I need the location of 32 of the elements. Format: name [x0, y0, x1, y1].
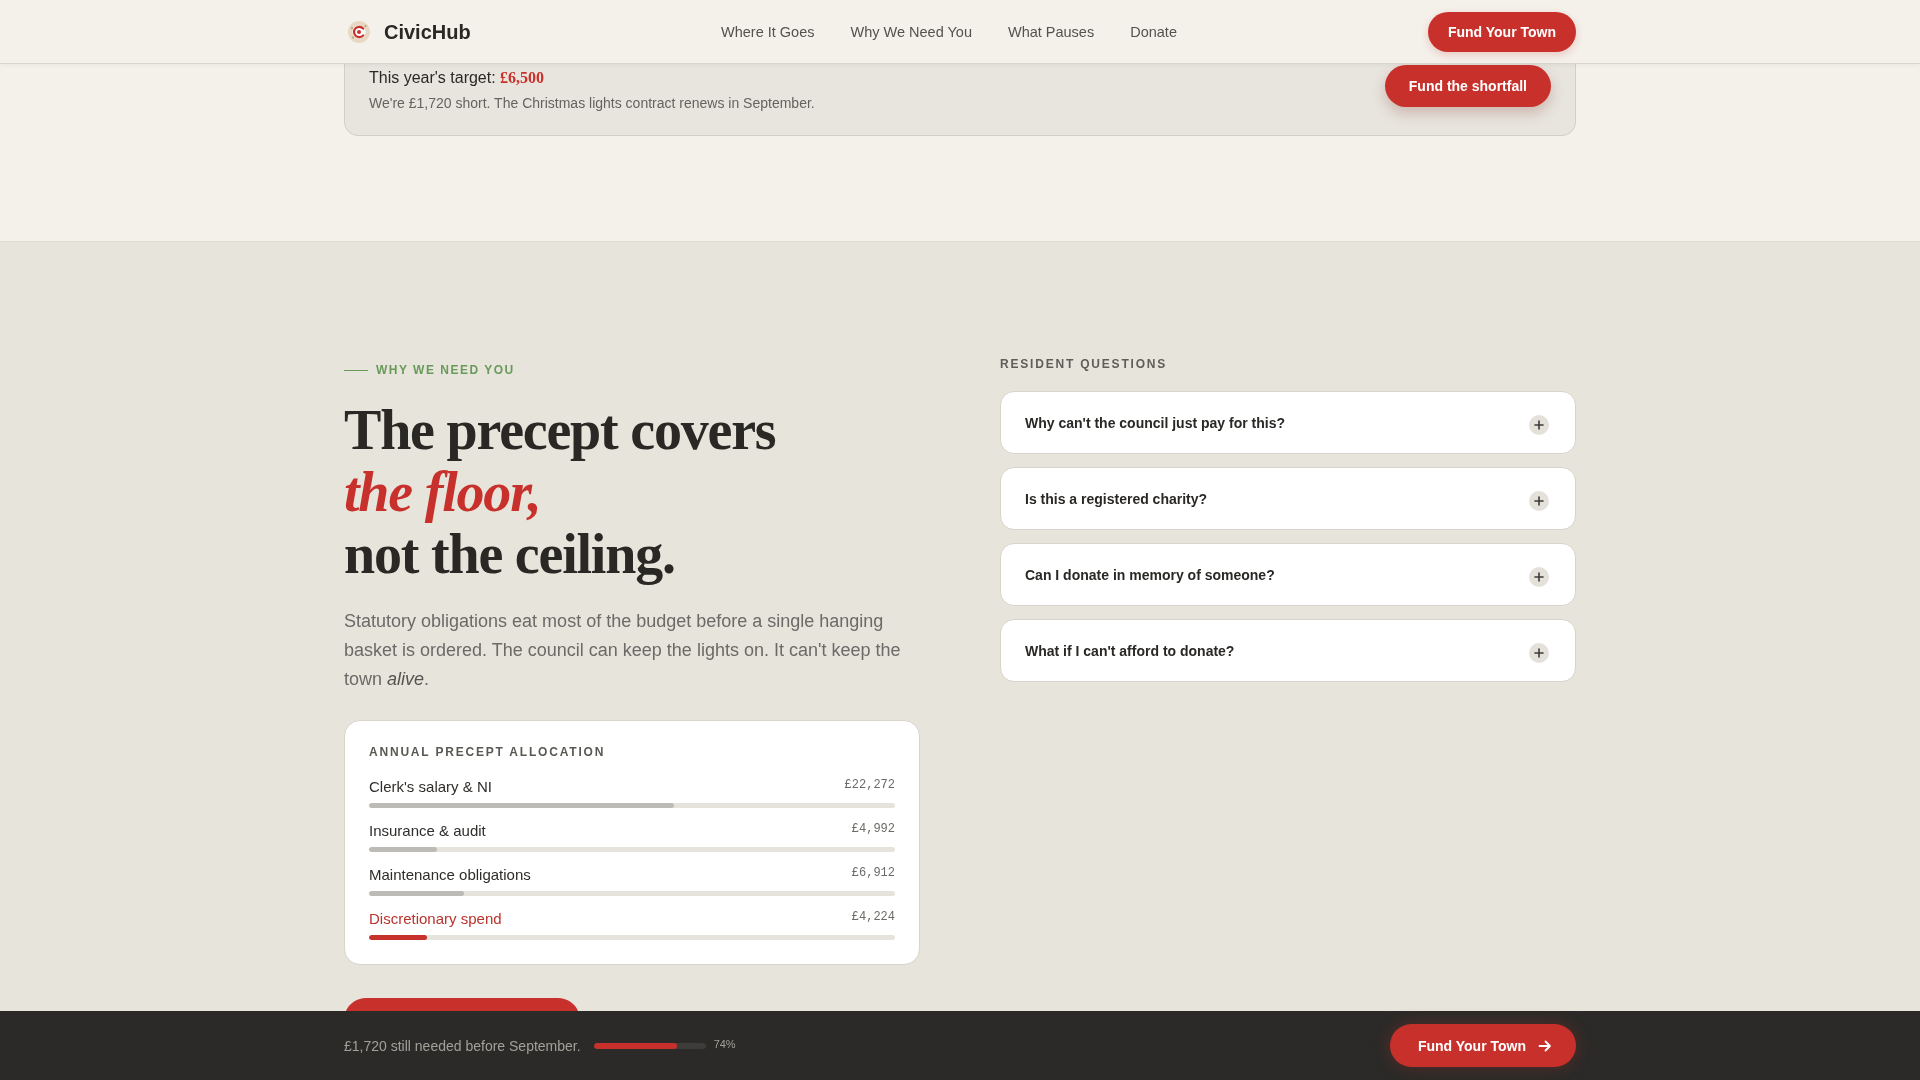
faq-item[interactable]: Why can't the council just pay for this?: [1000, 391, 1576, 454]
nav-link[interactable]: What Pauses: [1007, 22, 1095, 41]
arrow-right-icon: [1538, 1038, 1552, 1053]
fund-button[interactable]: Fund Your Town: [1389, 1024, 1576, 1067]
nav-link[interactable]: Why We Need You: [850, 22, 972, 41]
shortfall-note: We're £1,720 short. The Christmas lights contract renews in September.: [369, 94, 815, 112]
section-body: Statutory obligations eat most of the budget before a single hanging basket is ordered. The council can keep the lights on. It can't keep the town alive.: [344, 610, 902, 691]
partly-hidden-button[interactable]: [344, 998, 580, 1011]
section-heading: The precept covers the floor, not the ceiling.: [344, 399, 777, 585]
nav-link[interactable]: Where It Goes: [721, 22, 815, 41]
shortfall-text: £1,720 still needed before September.: [344, 1036, 581, 1055]
nav-link[interactable]: Donate: [1130, 22, 1177, 41]
questions-title: RESIDENT QUESTIONS: [1000, 356, 1169, 372]
allocation-label: Clerk's salary & NI: [369, 778, 492, 796]
faq-item[interactable]: Can I donate in memory of someone?: [1000, 543, 1576, 606]
allocation-label: Insurance & audit: [369, 822, 486, 840]
allocation-label: Discretionary spend: [369, 910, 502, 928]
allocation-amount: £6,912: [851, 866, 895, 880]
emblem-icon[interactable]: [348, 20, 370, 43]
allocation-amount: £4,224: [851, 910, 895, 924]
allocation-title: ANNUAL PRECEPT ALLOCATION: [369, 744, 607, 760]
allocation-amount: £22,272: [844, 778, 895, 792]
faq-item[interactable]: Is this a registered charity?: [1000, 467, 1576, 530]
allocation-label: Maintenance obligations: [369, 866, 531, 884]
fund-shortfall-button[interactable]: Fund the shortfall: [1384, 65, 1551, 107]
faq-item[interactable]: What if I can't afford to donate?: [1000, 619, 1576, 682]
fund-button[interactable]: Fund Your Town: [1427, 11, 1576, 52]
allocation-amount: £4,992: [851, 822, 895, 836]
section-eyebrow: WHY WE NEED YOU: [376, 362, 515, 378]
brand-name[interactable]: CivicHub: [384, 19, 471, 44]
target-text: This year's target: £6,500: [369, 68, 546, 88]
progress-reading: 74%: [713, 1037, 736, 1051]
